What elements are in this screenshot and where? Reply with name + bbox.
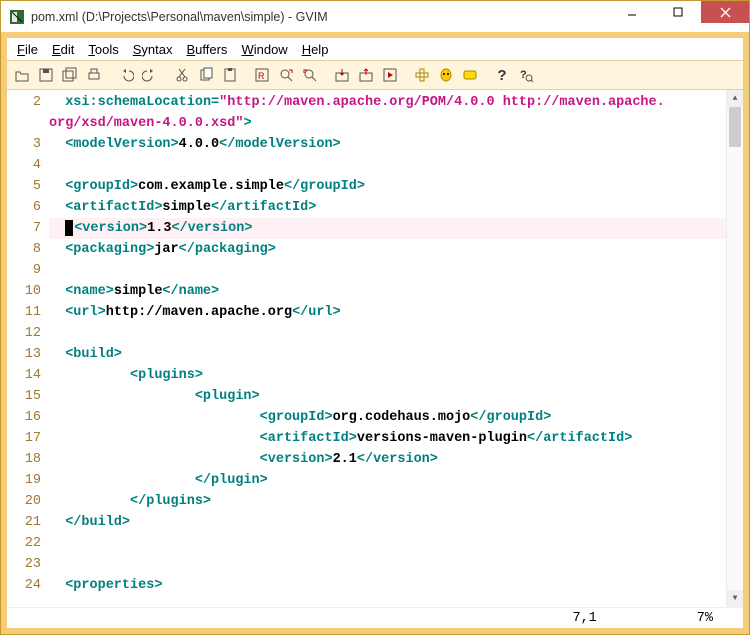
shell-icon[interactable]: [435, 64, 457, 86]
minimize-button[interactable]: [609, 1, 655, 23]
client-area: File Edit Tools Syntax Buffers Window He…: [1, 32, 749, 634]
find-prev-icon[interactable]: [299, 64, 321, 86]
save-icon[interactable]: [35, 64, 57, 86]
run-script-icon[interactable]: [379, 64, 401, 86]
help-icon[interactable]: ?: [491, 64, 513, 86]
scroll-percent: 7%: [697, 611, 713, 626]
cut-icon[interactable]: [171, 64, 193, 86]
ctags-icon[interactable]: [459, 64, 481, 86]
menu-edit[interactable]: Edit: [46, 40, 80, 59]
load-session-icon[interactable]: [331, 64, 353, 86]
menu-help[interactable]: Help: [296, 40, 335, 59]
menu-file[interactable]: File: [11, 40, 44, 59]
gvim-icon: [9, 9, 25, 25]
undo-icon[interactable]: [115, 64, 137, 86]
save-session-icon[interactable]: [355, 64, 377, 86]
cursor-position: 7,1: [572, 611, 596, 626]
redo-icon[interactable]: [139, 64, 161, 86]
menu-buffers[interactable]: Buffers: [180, 40, 233, 59]
menu-syntax[interactable]: Syntax: [127, 40, 179, 59]
app-window: pom.xml (D:\Projects\Personal\maven\simp…: [0, 0, 750, 635]
window-controls: [609, 1, 749, 32]
code-content[interactable]: xsi:schemaLocation="http://maven.apache.…: [49, 90, 726, 607]
find-replace-icon[interactable]: R: [251, 64, 273, 86]
save-all-icon[interactable]: [59, 64, 81, 86]
menu-file-rest: ile: [25, 42, 38, 57]
find-help-icon[interactable]: ?: [515, 64, 537, 86]
scroll-track[interactable]: [727, 107, 743, 590]
line-number-gutter: 23456789101112131415161718192021222324: [7, 90, 49, 607]
menubar: File Edit Tools Syntax Buffers Window He…: [7, 38, 743, 60]
open-icon[interactable]: [11, 64, 33, 86]
window-title: pom.xml (D:\Projects\Personal\maven\simp…: [31, 10, 609, 24]
vertical-scrollbar[interactable]: ▲ ▼: [726, 90, 743, 607]
copy-icon[interactable]: [195, 64, 217, 86]
svg-text:R: R: [258, 71, 265, 81]
paste-icon[interactable]: [219, 64, 241, 86]
make-icon[interactable]: [411, 64, 433, 86]
find-next-icon[interactable]: [275, 64, 297, 86]
statusbar: 7,1 7%: [7, 607, 743, 628]
print-icon[interactable]: [83, 64, 105, 86]
menu-tools[interactable]: Tools: [82, 40, 124, 59]
toolbar: R ? ?: [7, 60, 743, 90]
menu-window[interactable]: Window: [235, 40, 293, 59]
scroll-thumb[interactable]: [729, 107, 741, 147]
scroll-down-icon[interactable]: ▼: [727, 590, 743, 607]
maximize-button[interactable]: [655, 1, 701, 23]
scroll-up-icon[interactable]: ▲: [727, 90, 743, 107]
editor-area[interactable]: 23456789101112131415161718192021222324 x…: [7, 90, 743, 607]
close-button[interactable]: [701, 1, 749, 23]
titlebar[interactable]: pom.xml (D:\Projects\Personal\maven\simp…: [1, 1, 749, 32]
